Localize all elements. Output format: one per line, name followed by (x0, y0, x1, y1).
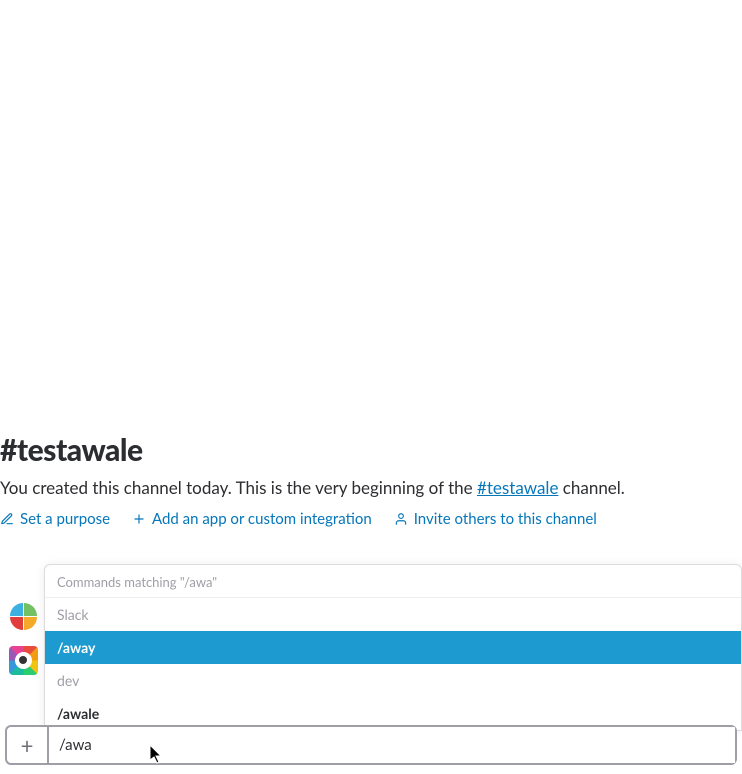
message-input-bar: + (5, 725, 737, 765)
channel-intro-text: You created this channel today. This is … (0, 476, 742, 500)
person-icon (394, 512, 408, 526)
message-input[interactable] (49, 727, 735, 763)
petal-app-icon[interactable] (9, 602, 38, 631)
channel-intro-block: #testawale You created this channel toda… (0, 432, 742, 528)
intro-suffix: channel. (558, 477, 624, 498)
set-purpose-label: Set a purpose (20, 510, 110, 528)
autocomplete-group-slack: Slack (45, 598, 741, 631)
channel-title: #testawale (0, 432, 742, 468)
pencil-icon (0, 512, 14, 526)
app-icon-stack (9, 602, 38, 690)
channel-actions: Set a purpose Add an app or custom integ… (0, 510, 742, 528)
command-autocomplete: Commands matching "/awa" Slack /away dev… (44, 564, 742, 731)
invite-label: Invite others to this channel (414, 510, 597, 528)
add-app-link[interactable]: Add an app or custom integration (132, 510, 372, 528)
attach-button[interactable]: + (7, 727, 49, 763)
autocomplete-group-dev: dev (45, 664, 741, 697)
attach-plus-icon: + (21, 732, 34, 759)
set-purpose-link[interactable]: Set a purpose (0, 510, 110, 528)
intro-prefix: You created this channel today. This is … (0, 477, 477, 498)
invite-link[interactable]: Invite others to this channel (394, 510, 597, 528)
plus-icon (132, 512, 146, 526)
add-app-label: Add an app or custom integration (152, 510, 372, 528)
channel-link[interactable]: #testawale (477, 477, 558, 498)
autocomplete-item-away[interactable]: /away (45, 631, 741, 664)
autocomplete-header: Commands matching "/awa" (45, 565, 741, 598)
rainbow-app-icon[interactable] (9, 646, 38, 675)
